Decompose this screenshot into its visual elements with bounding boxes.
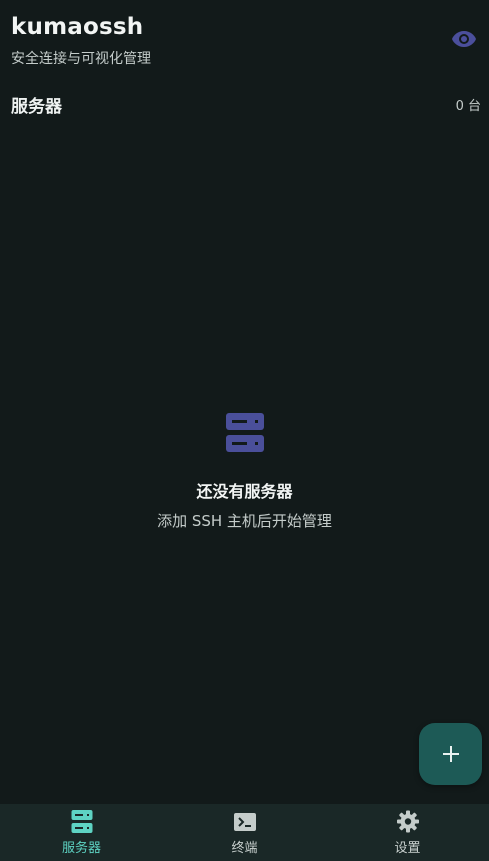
nav-item-terminal[interactable]: 终端 [163, 804, 326, 861]
servers-section-title: 服务器 [11, 97, 62, 117]
plus-icon [442, 746, 459, 762]
gear-icon [396, 810, 419, 833]
nav-item-settings[interactable]: 设置 [326, 804, 489, 861]
visibility-toggle-button[interactable] [446, 24, 482, 54]
nav-label-servers: 服务器 [61, 841, 101, 856]
empty-state-description: 添加 SSH 主机后开始管理 [157, 512, 332, 530]
server-icon [225, 413, 264, 452]
nav-label-terminal: 终端 [231, 841, 258, 856]
app-title: kumaossh [11, 14, 144, 40]
app-subtitle: 安全连接与可视化管理 [11, 51, 151, 67]
server-count: 0 台 [455, 99, 481, 114]
eye-icon [452, 31, 476, 47]
empty-state: 还没有服务器 添加 SSH 主机后开始管理 [0, 410, 489, 531]
empty-state-title: 还没有服务器 [196, 482, 293, 501]
bottom-nav: 服务器 终端 设置 [0, 804, 489, 861]
add-server-button[interactable] [419, 723, 482, 785]
nav-item-servers[interactable]: 服务器 [0, 804, 163, 861]
terminal-icon [233, 813, 256, 831]
nav-label-settings: 设置 [394, 841, 421, 856]
server-icon [71, 810, 92, 833]
